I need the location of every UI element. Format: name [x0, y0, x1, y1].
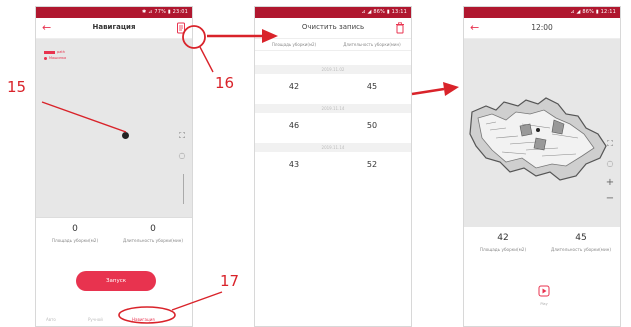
robot-position-marker: [122, 132, 129, 139]
record-duration: 45: [366, 82, 378, 91]
zoom-in-icon[interactable]: +: [603, 177, 617, 188]
duration-stat: 0 Длительность уборки(мин): [114, 224, 192, 243]
arrow-to-detail: [411, 87, 445, 96]
history-icon[interactable]: [176, 22, 186, 34]
record-time: 12:00: [531, 23, 553, 32]
phone-records-screen: ⊿ ◢ 86% ▮ 13:11 Очистить запись Площадь …: [254, 6, 412, 327]
record-row[interactable]: 46 50: [255, 116, 411, 136]
fullscreen-icon[interactable]: ⛶: [175, 131, 189, 141]
record-row[interactable]: 42 45: [255, 77, 411, 97]
cleaning-stats: 42 Площадь уборки(м2) 45 Длительность уб…: [464, 227, 620, 263]
arrow-head-icon: [443, 82, 459, 96]
fullscreen-icon[interactable]: ⛶: [603, 139, 617, 149]
legend-robot-label: Машинка: [49, 56, 67, 60]
page-title: Очистить запись: [301, 23, 365, 31]
area-label: Площадь уборки(м2): [479, 247, 527, 252]
record-area: 43: [288, 160, 300, 169]
record-area: 42: [288, 82, 300, 91]
duration-stat: 45 Длительность уборки(мин): [542, 233, 620, 252]
pointer-line-16: [199, 46, 214, 73]
locate-icon[interactable]: ◌: [175, 151, 189, 160]
play-icon[interactable]: [538, 285, 550, 297]
annotation-16: 16: [215, 74, 235, 92]
duration-label: Длительность уборки(мин): [122, 238, 184, 243]
duration-value: 45: [575, 233, 587, 243]
bottom-tab-bar: Авто Ручной Навигация: [36, 312, 192, 326]
cleaning-stats: 0 Площадь уборки(м2) 0 Длительность убор…: [36, 217, 192, 253]
page-title: Навигация: [92, 23, 136, 31]
tab-manual[interactable]: Ручной: [88, 317, 103, 322]
map-legend: path Машинка: [44, 49, 66, 61]
header: ← Навигация: [36, 18, 192, 39]
area-value: 0: [72, 224, 78, 234]
area-value: 42: [497, 233, 509, 243]
path-legend-swatch: [44, 50, 55, 54]
trash-icon[interactable]: [395, 22, 405, 34]
map-area[interactable]: path Машинка ⛶ ◌: [36, 39, 192, 217]
start-button[interactable]: Запуск: [76, 271, 156, 291]
header: Очистить запись: [255, 18, 411, 39]
phone-navigation-screen: ✱ ⊿ 77% ▮ 23:01 ← Навигация path Машинка…: [35, 6, 193, 327]
record-area: 46: [288, 121, 300, 130]
area-label: Площадь уборки(м2): [51, 238, 99, 243]
locate-icon[interactable]: ◌: [603, 159, 617, 168]
tab-navigation[interactable]: Навигация: [132, 317, 155, 322]
col-area-header: Площадь уборки(м2): [271, 42, 317, 47]
record-row[interactable]: 43 52: [255, 155, 411, 175]
record-date: 2019.11.02: [255, 65, 411, 74]
area-stat: 0 Площадь уборки(м2): [36, 224, 114, 243]
header: ← 12:00: [464, 18, 620, 39]
area-stat: 42 Площадь уборки(м2): [464, 233, 542, 252]
record-duration: 50: [366, 121, 378, 130]
record-duration: 52: [366, 160, 378, 169]
phone-record-detail-screen: ⊿ ◢ 86% ▮ 12:11 ← 12:00 ⛶ ◌ + − 42 Площа…: [463, 6, 621, 327]
record-date: 2019.11.14: [255, 143, 411, 152]
zoom-slider[interactable]: [183, 174, 184, 204]
tab-auto[interactable]: Авто: [46, 317, 56, 322]
record-date: 2019.11.14: [255, 104, 411, 113]
status-bar: ⊿ ◢ 86% ▮ 12:11: [464, 7, 620, 18]
records-header: Площадь уборки(м2) Длительность уборки(м…: [255, 39, 411, 51]
play-label: Play: [540, 302, 548, 306]
col-duration-header: Длительность уборки(мин): [343, 42, 401, 47]
status-bar: ✱ ⊿ 77% ▮ 23:01: [36, 7, 192, 18]
legend-path-label: path: [57, 50, 65, 54]
annotation-15: 15: [7, 78, 27, 96]
annotation-17: 17: [220, 272, 240, 290]
cleaned-map[interactable]: ⛶ ◌ + −: [464, 39, 620, 227]
status-bar: ⊿ ◢ 86% ▮ 13:11: [255, 7, 411, 18]
duration-value: 0: [150, 224, 156, 234]
zoom-out-icon[interactable]: −: [603, 193, 617, 204]
cleaned-area-map: [469, 97, 607, 181]
duration-label: Длительность уборки(мин): [550, 247, 612, 252]
robot-legend-dot: [44, 56, 47, 60]
